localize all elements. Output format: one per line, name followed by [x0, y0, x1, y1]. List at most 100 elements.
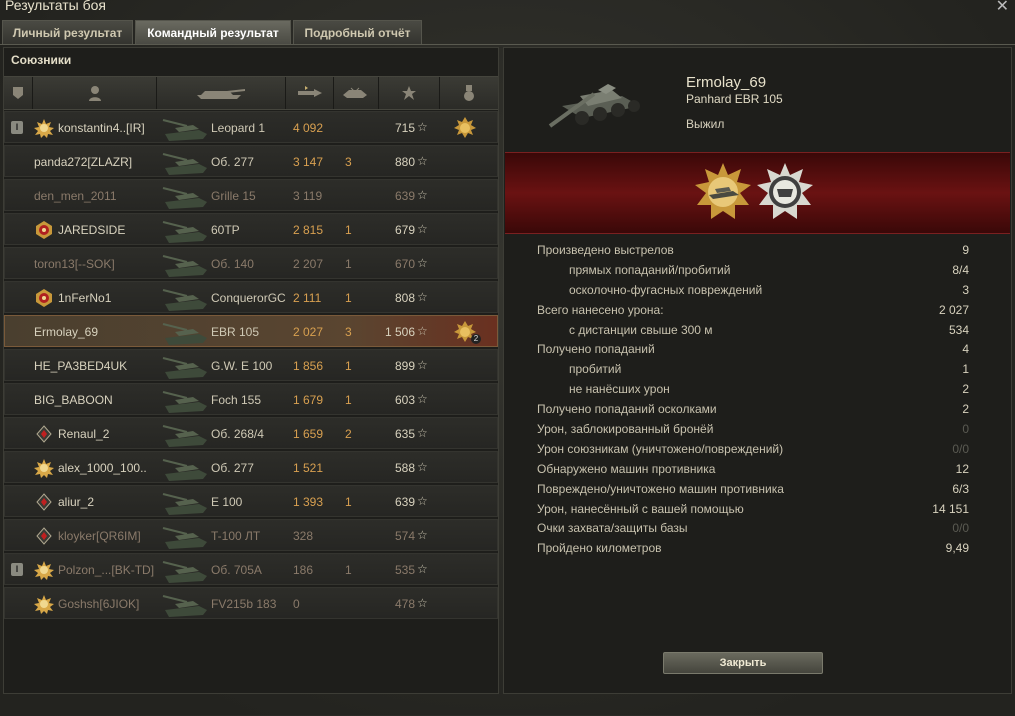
- allies-header: [4, 76, 498, 110]
- vehicle-name-cell: E 100: [211, 495, 243, 509]
- vehicle-name-cell: Grille 15: [211, 189, 256, 203]
- red-diamond-rank-icon: [36, 493, 52, 511]
- ally-row[interactable]: 1nFerNo1 ConquerorGC 2 111 1 808 ☆: [4, 281, 498, 313]
- ally-row[interactable]: aliur_2 E 100 1 393 1 639 ☆: [4, 485, 498, 517]
- medal-column-icon[interactable]: [440, 77, 498, 109]
- player-name-cell: alex_1000_100..: [58, 461, 147, 475]
- damage-column-icon[interactable]: [286, 77, 334, 109]
- vehicle-thumbnail-icon: [162, 289, 207, 311]
- kills-cell: 1: [345, 359, 352, 373]
- player-column-icon[interactable]: [33, 77, 157, 109]
- xp-star-icon: ☆: [417, 494, 428, 508]
- stat-row: пробитий 1: [504, 360, 1011, 380]
- ally-row[interactable]: Goshsh[6JIOK] FV215b 183 0 478 ☆: [4, 587, 498, 619]
- awards-band: [505, 152, 1010, 234]
- allies-title: Союзники: [11, 53, 72, 67]
- medal-icon[interactable]: [453, 116, 477, 140]
- xp-cell: 679: [394, 223, 415, 237]
- ally-row[interactable]: alex_1000_100.. Об. 277 1 521 588 ☆: [4, 451, 498, 483]
- platoon-column-icon[interactable]: [4, 77, 33, 109]
- gold-star-rank-icon: [34, 119, 54, 138]
- xp-star-icon: ☆: [417, 256, 428, 270]
- xp-column-icon[interactable]: [379, 77, 440, 109]
- ally-row[interactable]: den_men_2011 Grille 15 3 119 639 ☆: [4, 179, 498, 211]
- xp-cell: 899: [394, 359, 415, 373]
- vehicle-image: [548, 84, 640, 128]
- damage-cell: 3 147: [293, 155, 324, 169]
- allies-panel: Союзники Ikonstantin4..[IR] Leopard 1 4 09…: [3, 47, 499, 694]
- vehicle-name-cell: Об. 277: [211, 461, 254, 475]
- stat-label: не нанёсших урон: [569, 382, 670, 397]
- vehicle-name-cell: FV215b 183: [211, 597, 277, 611]
- player-name-cell: den_men_2011: [34, 189, 117, 203]
- red-badge-rank-icon: [36, 221, 52, 239]
- close-button[interactable]: Закрыть: [663, 652, 823, 674]
- kills-cell: 1: [345, 393, 352, 407]
- stat-label: осколочно-фугасных повреждений: [569, 282, 763, 297]
- stat-value: 6/3: [952, 481, 969, 496]
- stat-label: Урон, заблокированный бронёй: [537, 422, 714, 437]
- xp-star-icon: ☆: [417, 562, 428, 576]
- stat-row: Урон, заблокированный бронёй 0: [504, 420, 1011, 440]
- tab-bar: Личный результат Командный результат Под…: [2, 20, 424, 44]
- ally-row[interactable]: BIG_BABOON Foch 155 1 679 1 603 ☆: [4, 383, 498, 415]
- player-name-cell: Polzon_...[BK-TD]: [58, 563, 155, 577]
- tab-personal[interactable]: Личный результат: [2, 20, 133, 44]
- xp-star-icon: ☆: [417, 120, 428, 134]
- tab-team[interactable]: Командный результат: [135, 20, 291, 44]
- stat-value: 14 151: [932, 501, 969, 516]
- vehicle-thumbnail-icon: [162, 187, 207, 209]
- red-diamond-rank-icon: [36, 527, 52, 545]
- player-name-cell: JAREDSIDE: [58, 223, 126, 237]
- damage-cell: 2 111: [293, 291, 322, 305]
- player-name-cell: BIG_BABOON: [34, 393, 113, 407]
- player-name-cell: panda272[ZLAZR]: [34, 155, 133, 169]
- xp-cell: 670: [394, 257, 415, 271]
- ally-row[interactable]: Ikonstantin4..[IR] Leopard 1 4 092 715 ☆: [4, 111, 498, 143]
- vehicle-name-cell: Об. 277: [211, 155, 254, 169]
- tank-medal-icon[interactable]: [693, 161, 753, 223]
- stat-label: Очки захвата/защиты базы: [537, 521, 688, 536]
- kills-column-icon[interactable]: [334, 77, 379, 109]
- stat-value: 9,49: [945, 541, 969, 556]
- medal-count: 2: [471, 334, 481, 344]
- tab-detailed[interactable]: Подробный отчёт: [293, 20, 422, 44]
- xp-star-icon: ☆: [417, 426, 428, 440]
- damage-cell: 186: [293, 563, 314, 577]
- stat-value: 2: [962, 382, 969, 397]
- close-icon[interactable]: ✕: [996, 0, 1009, 15]
- vehicle-column-icon[interactable]: [157, 77, 286, 109]
- ace-badge-icon[interactable]: [755, 161, 815, 223]
- vehicle-thumbnail-icon: [162, 493, 207, 515]
- xp-cell: 574: [394, 529, 415, 543]
- ally-row[interactable]: JAREDSIDE 60TP 2 815 1 679 ☆: [4, 213, 498, 245]
- ally-row[interactable]: Renaul_2 Об. 268/4 1 659 2 635 ☆: [4, 417, 498, 449]
- vehicle-thumbnail-icon: [162, 425, 207, 447]
- stat-label: Повреждено/уничтожено машин противника: [537, 481, 784, 496]
- xp-star-icon: ☆: [417, 222, 428, 236]
- ally-row[interactable]: HE_PA3BED4UK G.W. E 100 1 856 1 899 ☆: [4, 349, 498, 381]
- stat-label: пробитий: [569, 362, 622, 377]
- vehicle-name-cell: 60TP: [211, 223, 240, 237]
- damage-cell: 1 659: [293, 427, 324, 441]
- stat-value: 0/0: [952, 521, 969, 536]
- stat-label: Всего нанесено урона:: [537, 302, 664, 317]
- platoon-icon: I: [11, 563, 23, 576]
- ally-row[interactable]: I Polzon_...[BK-TD] Об. 705А 186 1 535 ☆: [4, 553, 498, 585]
- damage-cell: 0: [293, 597, 300, 611]
- damage-cell: 1 856: [293, 359, 324, 373]
- vehicle-name-cell: G.W. E 100: [211, 359, 273, 373]
- vehicle-thumbnail-icon: [162, 357, 207, 379]
- stat-value: 12: [955, 461, 969, 476]
- xp-star-icon: ☆: [417, 392, 428, 406]
- ally-row[interactable]: panda272[ZLAZR] Об. 277 3 147 3 880 ☆: [4, 145, 498, 177]
- ally-row[interactable]: toron13[--SOK] Об. 140 2 207 1 670 ☆: [4, 247, 498, 279]
- vehicle-name-cell: T-100 ЛТ: [211, 529, 261, 543]
- vehicle-name-cell: Об. 705А: [211, 563, 262, 577]
- ally-row[interactable]: Ermolay_69 EBR 105 2 027 3 1 506 ☆ 2: [4, 315, 498, 347]
- player-name-cell: 1nFerNo1: [58, 291, 112, 305]
- ally-row[interactable]: kloyker[QR6IM] T-100 ЛТ 328 574 ☆: [4, 519, 498, 551]
- vehicle-thumbnail-icon: [162, 221, 207, 243]
- stat-row: Всего нанесено урона: 2 027: [504, 301, 1011, 321]
- stat-row: Очки захвата/защиты базы 0/0: [504, 519, 1011, 539]
